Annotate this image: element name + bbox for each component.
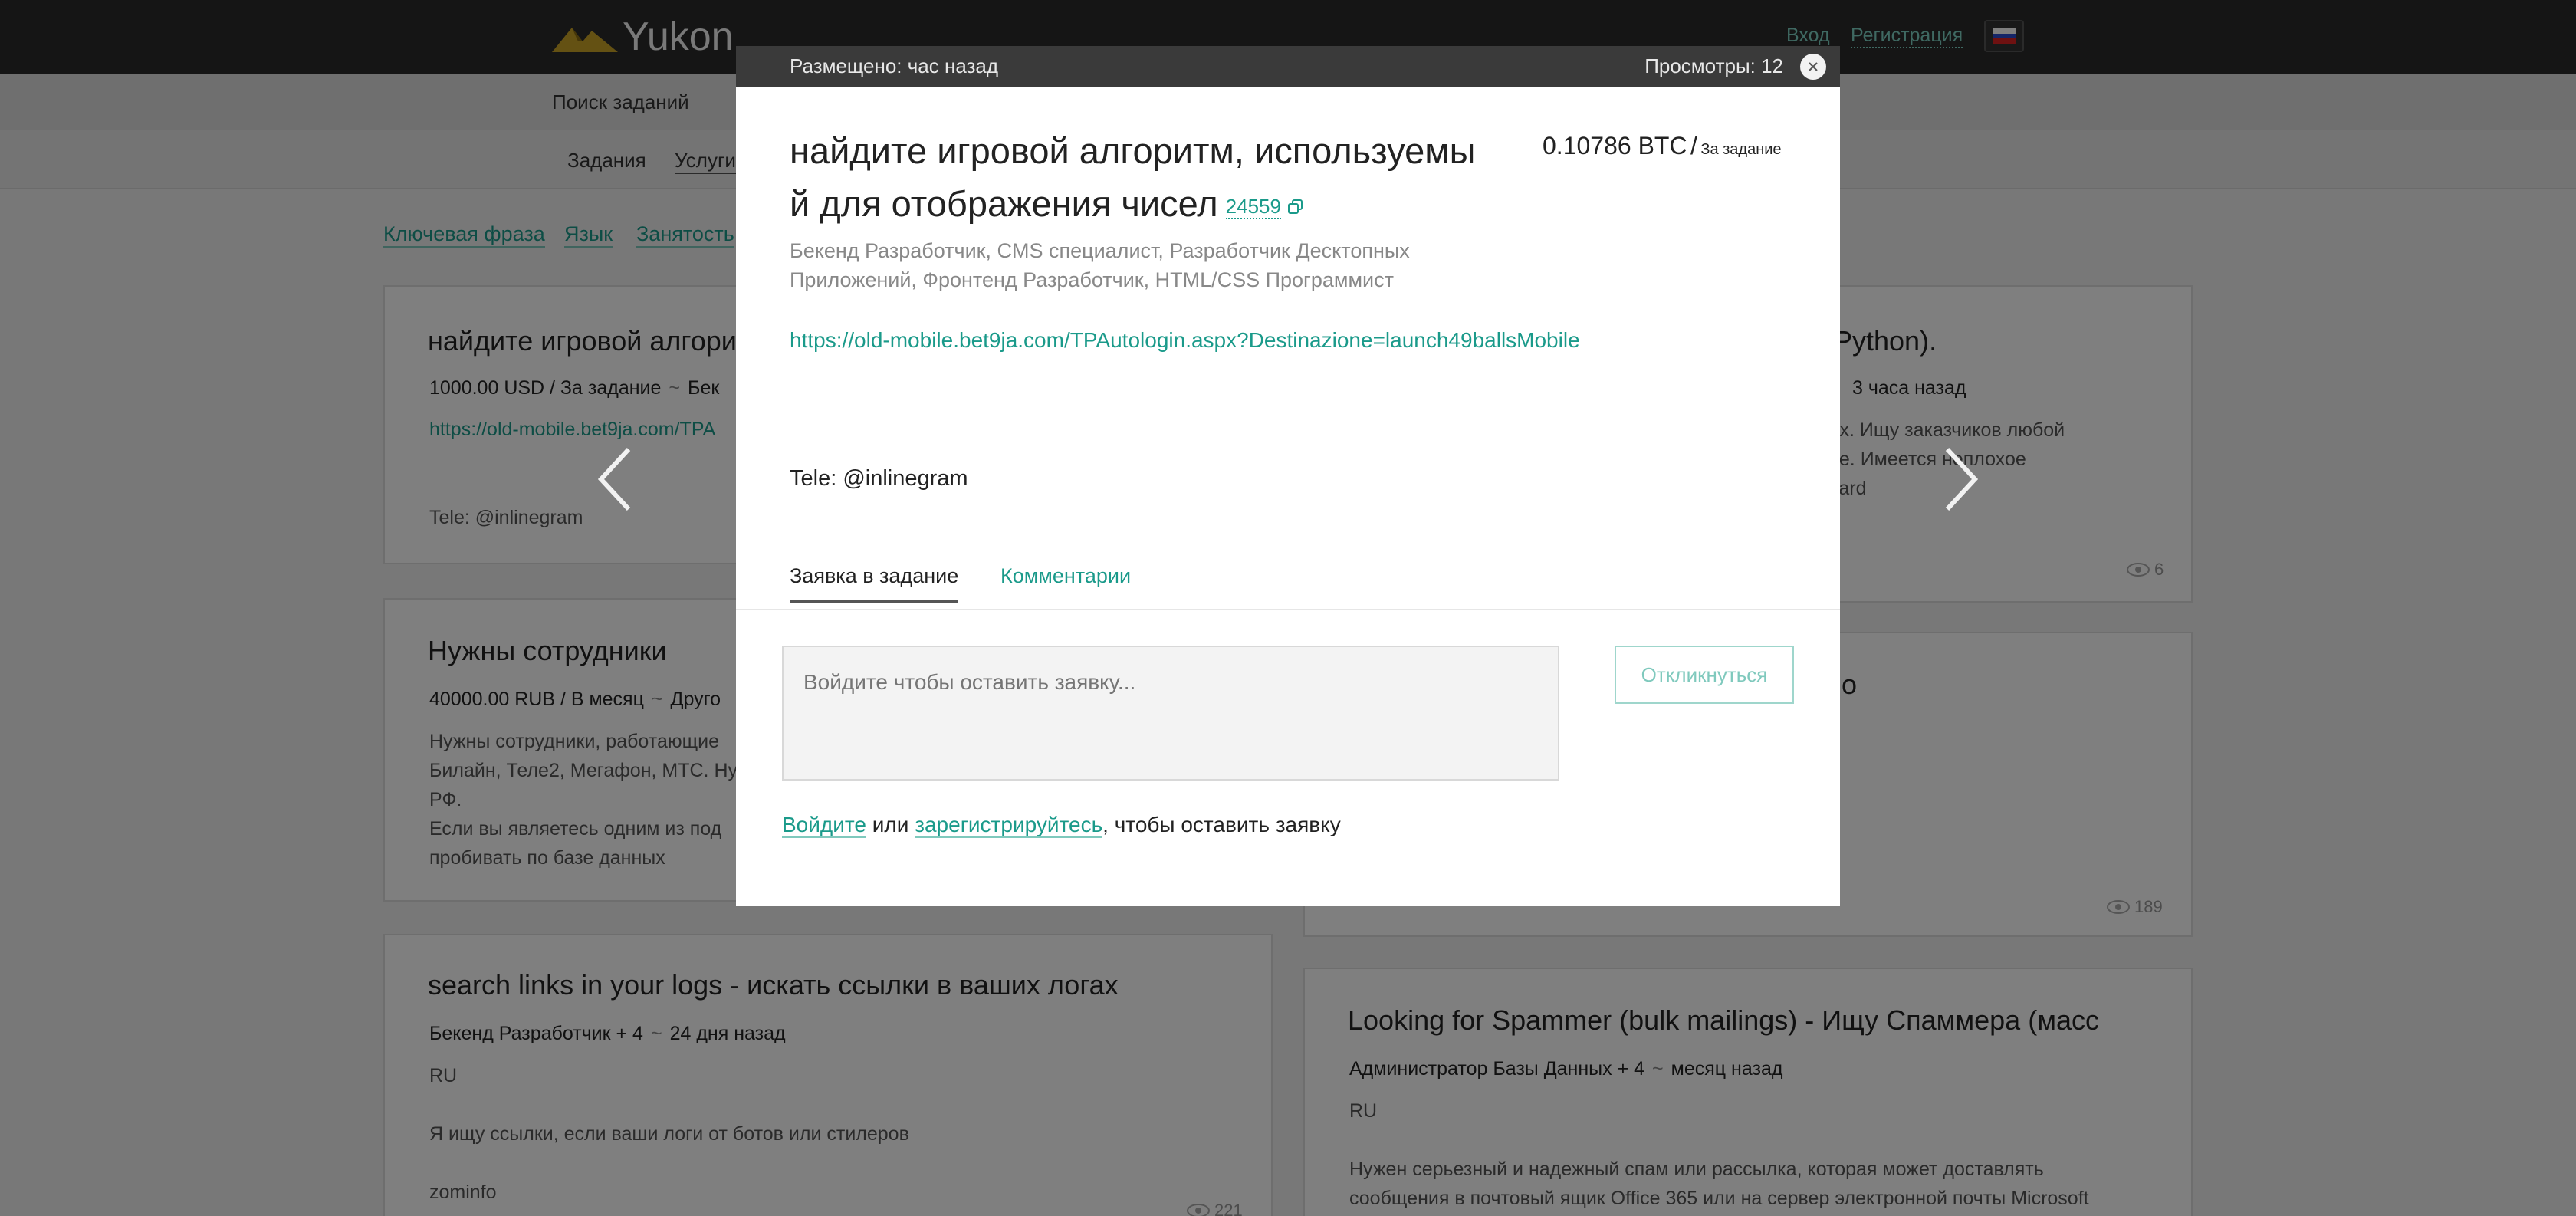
previous-arrow-icon[interactable] — [590, 445, 644, 514]
tab-comments[interactable]: Комментарии — [1001, 564, 1131, 588]
task-categories: Бекенд Разработчик, CMS специалист, Разр… — [790, 236, 1480, 294]
respond-button[interactable]: Откликнуться — [1615, 646, 1794, 704]
modal-header: Размещено: час назад Просмотры: 12 — [736, 46, 1840, 87]
next-arrow-icon[interactable] — [1932, 445, 1986, 514]
categories-line: Бекенд Разработчик, CMS специалист, Разр… — [790, 239, 1410, 262]
task-price: 0.10786 BTC / За задание — [1543, 132, 1782, 160]
task-modal: Размещено: час назад Просмотры: 12 найди… — [736, 46, 1840, 906]
views-count: Просмотры: 12 — [1644, 54, 1783, 77]
categories-line: Приложений, Фронтенд Разработчик, HTML/C… — [790, 268, 1395, 291]
task-contact: Tele: @inlinegram — [790, 466, 968, 491]
login-link[interactable]: Войдите — [782, 813, 866, 838]
application-textarea[interactable] — [782, 646, 1559, 781]
task-title-line: й для отображения чисел — [790, 183, 1218, 224]
prompt-tail: , чтобы оставить заявку — [1102, 813, 1341, 836]
close-button[interactable] — [1800, 54, 1826, 80]
price-separator: / — [1691, 132, 1697, 159]
price-period: За задание — [1700, 141, 1782, 158]
tab-application[interactable]: Заявка в задание — [790, 564, 959, 603]
close-icon — [1809, 62, 1818, 71]
tabs-divider — [736, 609, 1840, 610]
posted-time: Размещено: час назад — [790, 54, 999, 77]
task-description-link[interactable]: https://old-mobile.bet9ja.com/TPAutologi… — [790, 328, 1580, 353]
task-title: найдите игровой алгоритм, используемы й … — [790, 124, 1518, 233]
register-link[interactable]: зарегистрируйтесь — [915, 813, 1103, 838]
login-prompt: Войдите или зарегистрируйтесь, чтобы ост… — [782, 813, 1341, 838]
task-title-line: найдите игровой алгоритм, используемы — [790, 130, 1476, 171]
price-value: 0.10786 BTC — [1543, 132, 1687, 159]
copy-icon[interactable] — [1287, 199, 1304, 215]
or-text: или — [872, 813, 909, 836]
task-id-link[interactable]: 24559 — [1225, 195, 1281, 220]
